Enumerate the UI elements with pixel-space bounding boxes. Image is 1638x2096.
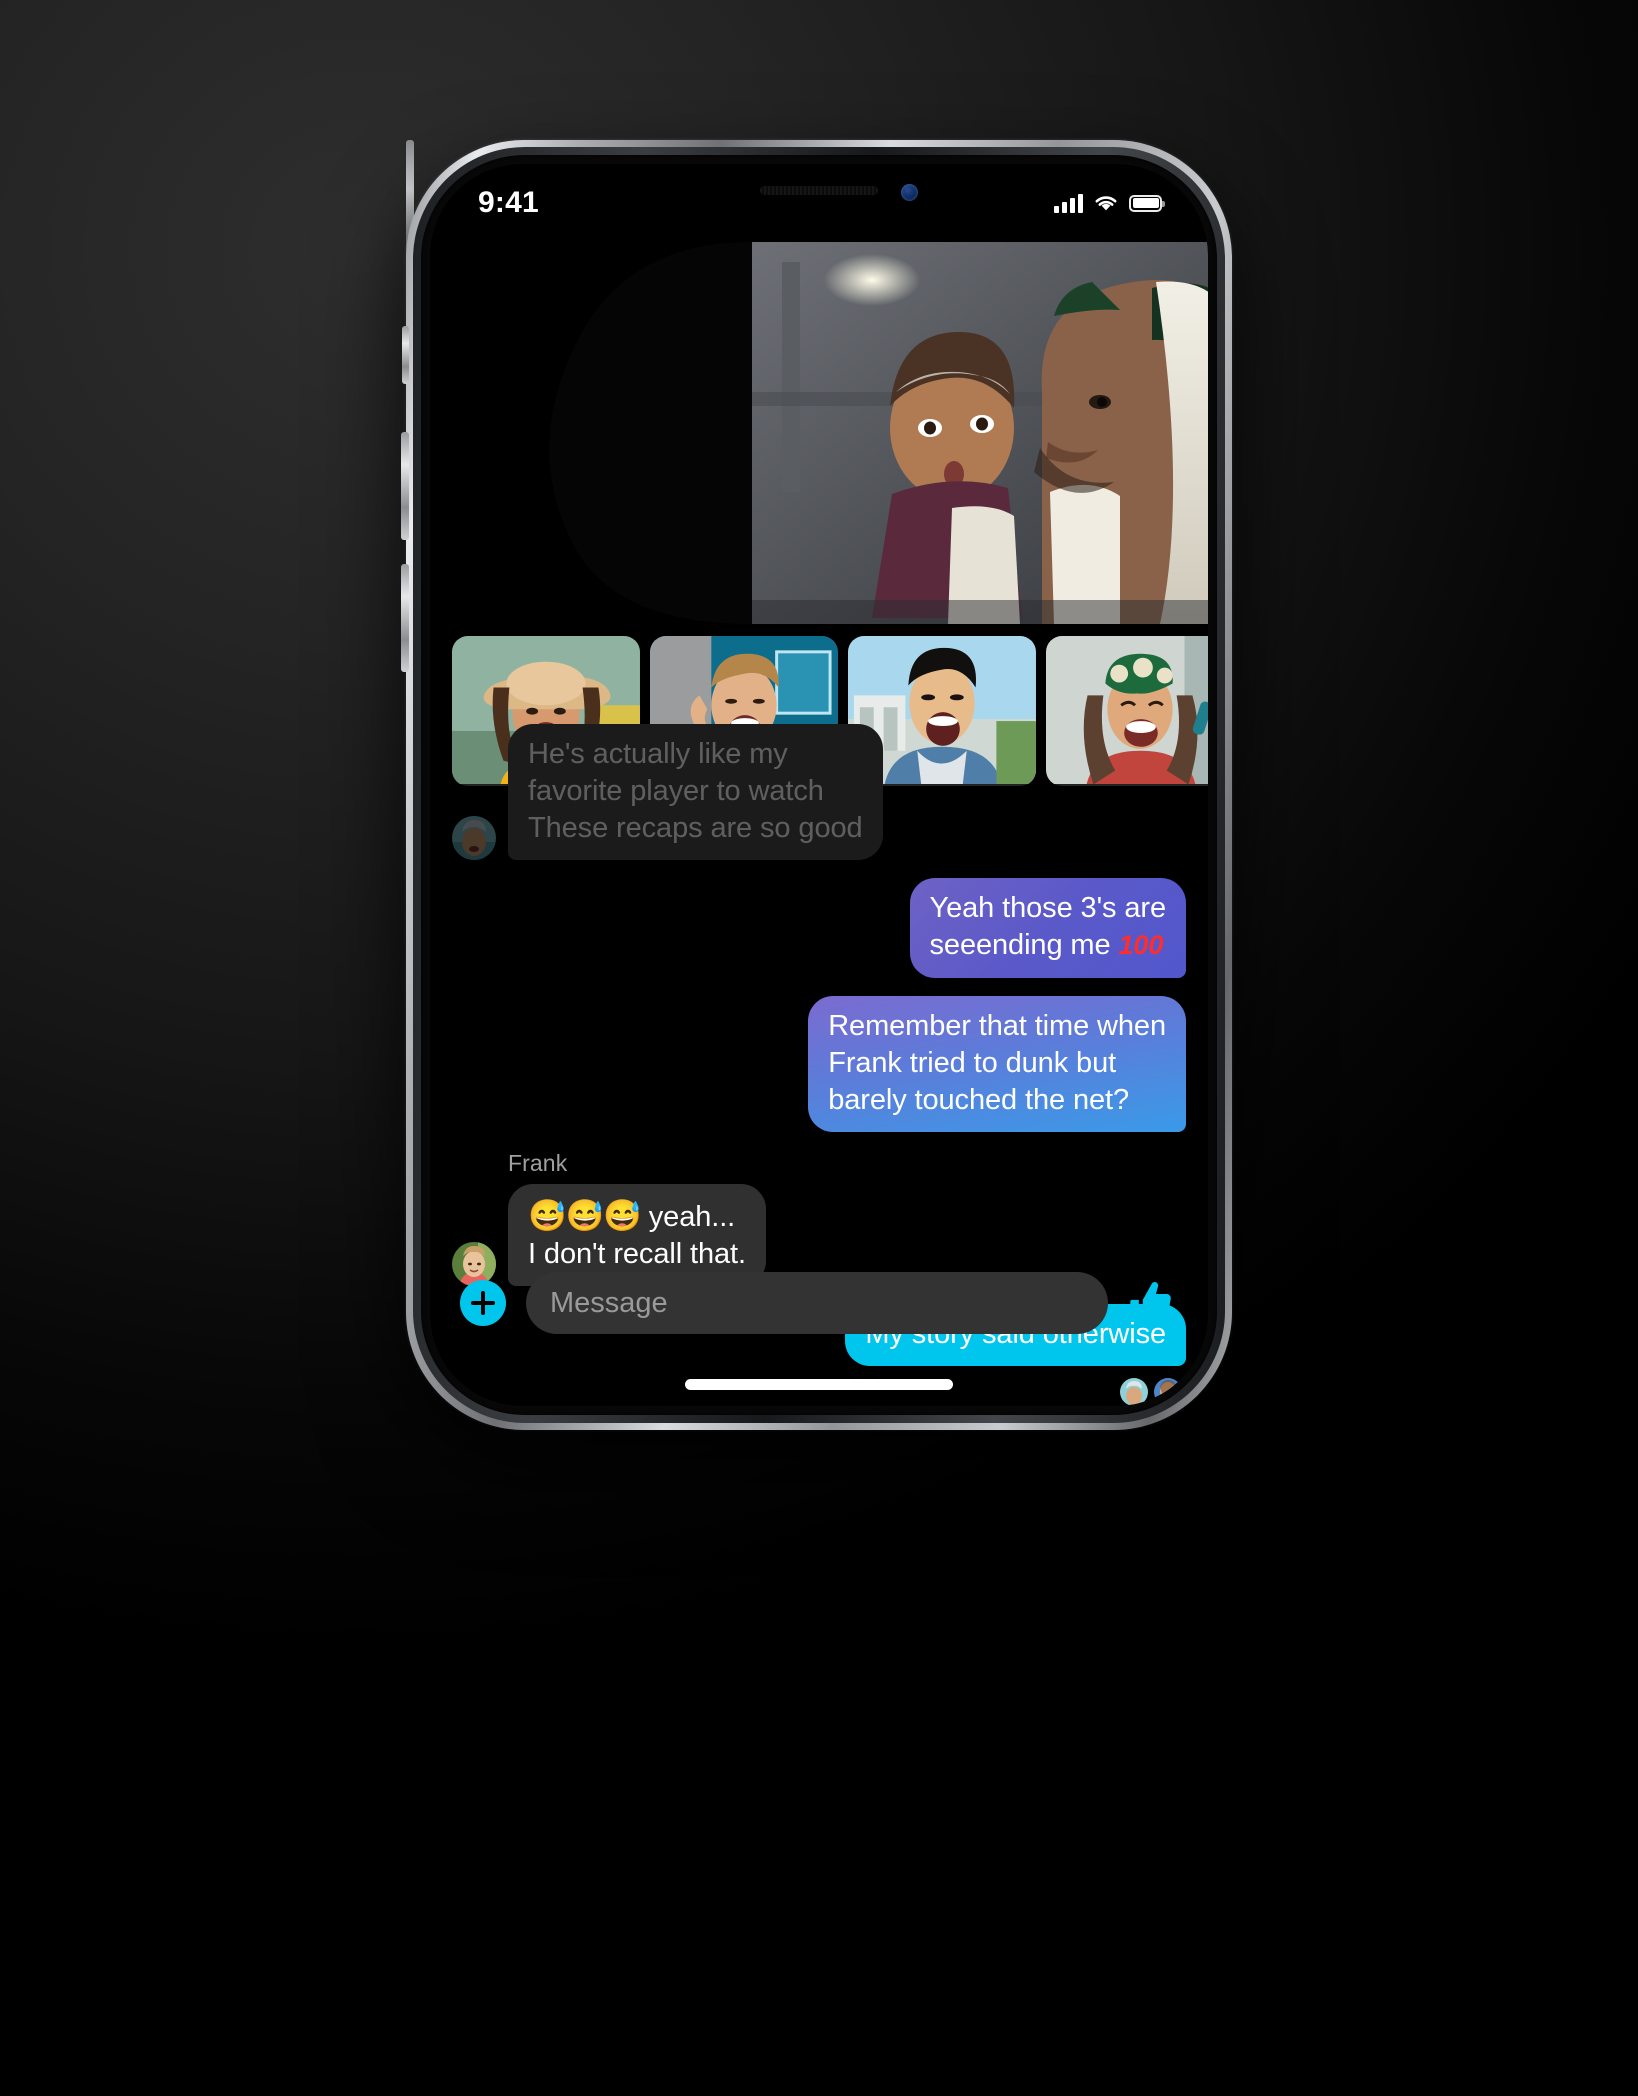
avatar[interactable] bbox=[452, 816, 496, 861]
message-line: seeending me 100 bbox=[929, 929, 1164, 962]
message-line: These recaps are so good bbox=[528, 812, 863, 845]
message-input[interactable] bbox=[550, 1286, 1084, 1320]
message-line: barely touched the net? bbox=[828, 1083, 1130, 1116]
message-row-m1: He's actually like my favorite player to… bbox=[452, 724, 1186, 861]
message-input-wrapper[interactable] bbox=[526, 1272, 1108, 1334]
message-line: favorite player to watch bbox=[528, 775, 824, 808]
message-bubble[interactable]: He's actually like my favorite player to… bbox=[508, 724, 883, 861]
thumbs-up-icon[interactable] bbox=[1128, 1278, 1178, 1328]
active-speaker-video-image bbox=[452, 242, 1208, 624]
message-bubble[interactable]: Yeah those 3's are seeending me 100 bbox=[909, 878, 1186, 978]
wifi-icon bbox=[1095, 196, 1117, 211]
volume-up-button[interactable] bbox=[401, 432, 409, 540]
add-attachment-button[interactable] bbox=[460, 1280, 506, 1326]
earpiece-speaker bbox=[760, 186, 878, 195]
message-row-m3: Remember that time when Frank tried to d… bbox=[452, 995, 1186, 1132]
seen-avatar-1[interactable] bbox=[1120, 1378, 1148, 1406]
seen-avatar-1-image bbox=[1120, 1378, 1148, 1406]
home-indicator[interactable] bbox=[685, 1379, 953, 1390]
battery-icon bbox=[1129, 194, 1165, 212]
message-line: Frank tried to dunk but bbox=[828, 1046, 1117, 1079]
message-sender-name: Frank bbox=[508, 1149, 568, 1176]
message-line: Remember that time when bbox=[828, 1009, 1166, 1042]
message-line: He's actually like my bbox=[528, 738, 788, 770]
message-line: Yeah those 3's are bbox=[929, 892, 1167, 925]
message-bubble[interactable]: Remember that time when Frank tried to d… bbox=[808, 995, 1186, 1132]
phone-device: He's actually like my favorite player to… bbox=[401, 140, 1232, 1430]
mute-switch[interactable] bbox=[402, 326, 409, 384]
avatar-image bbox=[452, 816, 496, 861]
hundred-points-emoji: 100 bbox=[1118, 930, 1164, 961]
sweat-smile-emoji: 😅😅😅 bbox=[528, 1197, 642, 1233]
message-list: He's actually like my favorite player to… bbox=[430, 724, 1208, 1406]
seen-avatar-2-image bbox=[1154, 1378, 1182, 1406]
status-icons bbox=[1054, 193, 1165, 213]
phone-screen: He's actually like my favorite player to… bbox=[430, 164, 1208, 1406]
message-row-m2: Yeah those 3's are seeending me 100 bbox=[452, 878, 1186, 978]
message-line: yeah... bbox=[648, 1200, 736, 1233]
seen-avatar-2[interactable] bbox=[1154, 1378, 1182, 1406]
message-composer bbox=[430, 1256, 1208, 1350]
notch bbox=[636, 164, 1002, 228]
status-time: 9:41 bbox=[478, 186, 539, 219]
cellular-signal-icon bbox=[1054, 193, 1083, 213]
front-camera bbox=[901, 184, 918, 201]
sender-name-wrap: Frank bbox=[452, 1150, 1186, 1177]
active-speaker-video[interactable] bbox=[452, 242, 1208, 624]
volume-down-button[interactable] bbox=[401, 564, 409, 672]
